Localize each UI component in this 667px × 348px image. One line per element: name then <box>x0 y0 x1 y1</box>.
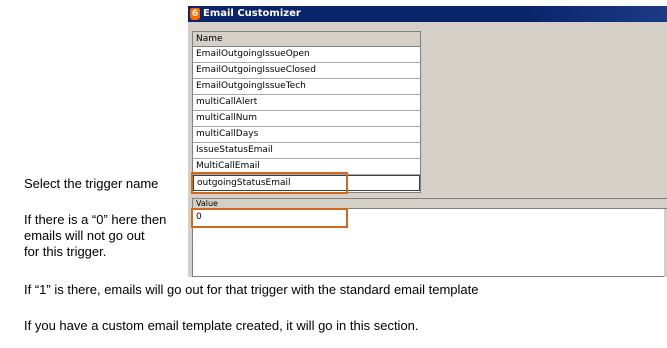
app-flame-icon: 6 <box>190 8 200 20</box>
zero-value-note: If there is a “0” here then emails will … <box>24 212 166 260</box>
name-column-header[interactable]: Name <box>193 32 420 47</box>
table-row[interactable]: IssueStatusEmail <box>193 143 420 159</box>
table-row[interactable]: MultiCallEmail <box>193 159 420 175</box>
value-input[interactable]: 0 <box>194 210 346 225</box>
value-panel: Value 0 <box>192 198 667 277</box>
window-title: Email Customizer <box>203 8 301 19</box>
table-row-selected[interactable]: outgoingStatusEmail <box>193 175 420 191</box>
table-row[interactable]: EmailOutgoingIssueClosed <box>193 63 420 79</box>
email-customizer-window: 6 Email Customizer Name EmailOutgoingIss… <box>188 6 667 277</box>
name-table: Name EmailOutgoingIssueOpen EmailOutgoin… <box>192 31 421 193</box>
zero-note-line-1: If there is a “0” here then <box>24 212 167 227</box>
table-row[interactable]: EmailOutgoingIssueTech <box>193 79 420 95</box>
zero-note-line-3: for this trigger. <box>24 244 107 259</box>
select-trigger-note: Select the trigger name <box>24 176 159 191</box>
value-column-header: Value <box>193 199 667 209</box>
one-value-note: If “1” is there, emails will go out for … <box>24 282 479 297</box>
table-row[interactable]: multiCallAlert <box>193 95 420 111</box>
table-row[interactable]: EmailOutgoingIssueOpen <box>193 47 420 63</box>
zero-note-line-2: emails will not go out <box>24 228 145 243</box>
table-row[interactable]: multiCallDays <box>193 127 420 143</box>
window-body: Name EmailOutgoingIssueOpen EmailOutgoin… <box>188 22 667 277</box>
window-titlebar[interactable]: 6 Email Customizer <box>188 6 667 22</box>
custom-template-note: If you have a custom email template crea… <box>24 318 419 333</box>
table-row[interactable]: multiCallNum <box>193 111 420 127</box>
